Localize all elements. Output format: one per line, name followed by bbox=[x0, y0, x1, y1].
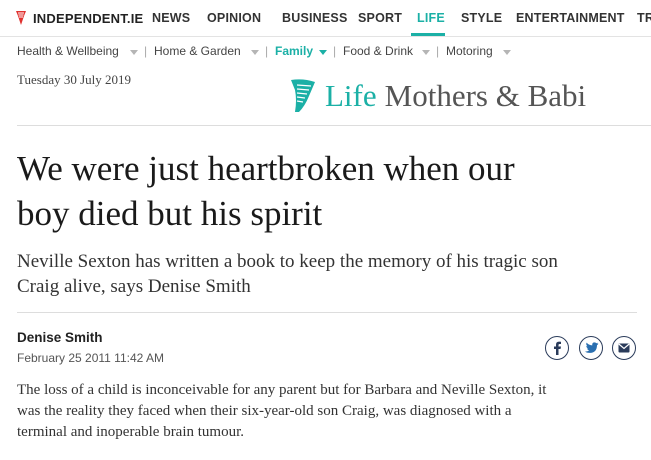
headline-line: boy died but his spirit bbox=[17, 194, 323, 233]
article-standfirst: Neville Sexton has written a book to kee… bbox=[17, 249, 647, 299]
chevron-down-icon[interactable] bbox=[422, 50, 430, 55]
subnav-divider: | bbox=[144, 44, 148, 58]
subnav-food-drink[interactable]: Food & Drink bbox=[343, 44, 413, 58]
chevron-down-icon[interactable] bbox=[503, 50, 511, 55]
chevron-down-icon[interactable] bbox=[130, 50, 138, 55]
article-headline: We were just heartbroken when our boy di… bbox=[17, 146, 617, 236]
section-header[interactable]: Life Mothers & Babi bbox=[289, 76, 651, 116]
email-icon bbox=[618, 343, 630, 353]
harp-logo-icon bbox=[16, 11, 26, 25]
standfirst-line: Neville Sexton has written a book to kee… bbox=[17, 251, 558, 272]
publish-date: February 25 2011 11:42 AM bbox=[17, 351, 164, 365]
body-line: The loss of a child is inconceivable for… bbox=[17, 382, 547, 398]
author-name[interactable]: Denise Smith bbox=[17, 330, 103, 345]
nav-style[interactable]: STYLE bbox=[461, 11, 502, 25]
nav-entertainment[interactable]: ENTERTAINMENT bbox=[516, 11, 625, 25]
subnav-family[interactable]: Family bbox=[275, 44, 313, 58]
harp-icon bbox=[291, 79, 315, 112]
subnav-divider: | bbox=[436, 44, 440, 58]
subnav-motoring[interactable]: Motoring bbox=[446, 44, 493, 58]
facebook-icon bbox=[554, 341, 561, 355]
headline-line: We were just heartbroken when our bbox=[17, 149, 515, 188]
nav-opinion[interactable]: OPINION bbox=[207, 11, 261, 25]
nav-travel-truncated[interactable]: TR bbox=[637, 11, 651, 25]
brand-logo-link[interactable]: INDEPENDENT.IE bbox=[14, 9, 143, 27]
subnav-divider: | bbox=[265, 44, 269, 58]
nav-active-indicator bbox=[411, 33, 445, 36]
subnav-divider: | bbox=[333, 44, 337, 58]
nav-sport[interactable]: SPORT bbox=[358, 11, 402, 25]
brand-name: INDEPENDENT.IE bbox=[33, 10, 144, 26]
section-name: Mothers & Babi bbox=[384, 78, 587, 113]
subnav-health-wellbeing[interactable]: Health & Wellbeing bbox=[17, 44, 119, 58]
top-navigation: INDEPENDENT.IE NEWS OPINION BUSINESS SPO… bbox=[0, 0, 651, 37]
body-line: was the reality they faced when their si… bbox=[17, 403, 512, 419]
header-divider bbox=[17, 125, 651, 126]
nav-life[interactable]: LIFE bbox=[417, 11, 445, 25]
sub-navigation: Health & Wellbeing | Home & Garden | Fam… bbox=[0, 37, 651, 65]
twitter-icon bbox=[584, 341, 599, 353]
email-share-button[interactable] bbox=[612, 336, 636, 360]
facebook-share-button[interactable] bbox=[545, 336, 569, 360]
standfirst-line: Craig alive, says Denise Smith bbox=[17, 276, 251, 297]
article-body-paragraph: The loss of a child is inconceivable for… bbox=[17, 380, 642, 443]
nav-business[interactable]: BUSINESS bbox=[282, 11, 348, 25]
chevron-down-icon[interactable] bbox=[251, 50, 259, 55]
chevron-down-icon[interactable] bbox=[319, 50, 327, 55]
current-date: Tuesday 30 July 2019 bbox=[17, 72, 132, 87]
byline-divider bbox=[17, 312, 637, 313]
section-life-label: Life bbox=[325, 78, 377, 113]
body-line: terminal and inoperable brain tumour. bbox=[17, 424, 245, 440]
nav-news[interactable]: NEWS bbox=[152, 11, 190, 25]
twitter-share-button[interactable] bbox=[579, 336, 603, 360]
subnav-home-garden[interactable]: Home & Garden bbox=[154, 44, 241, 58]
